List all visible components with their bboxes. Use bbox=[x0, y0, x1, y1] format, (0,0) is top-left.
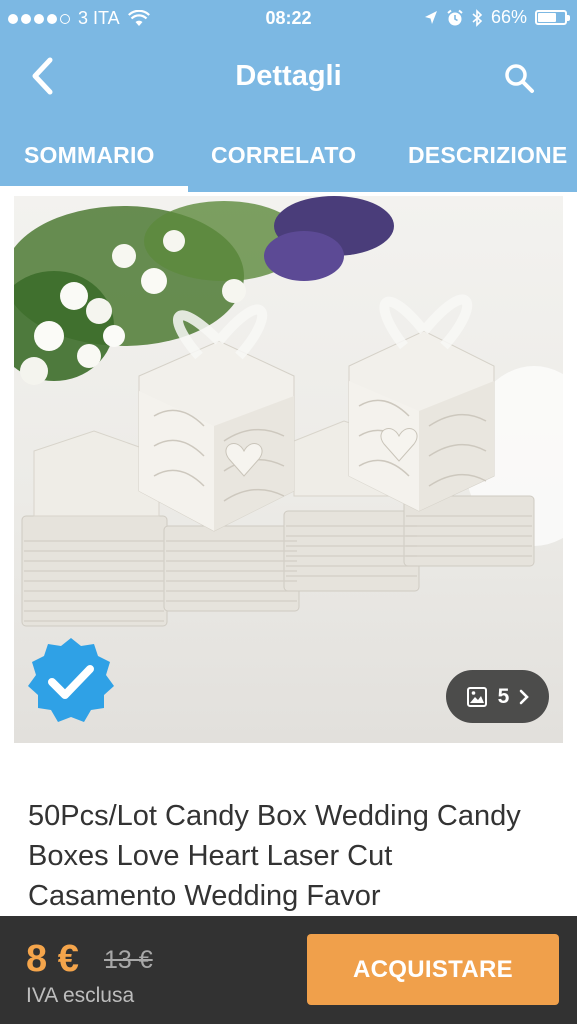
buy-button[interactable]: ACQUISTARE bbox=[307, 934, 559, 1005]
app-header: 3 ITA 08:22 66% Dettagli SOMMARIO CORREL… bbox=[0, 0, 577, 192]
status-right: 66% bbox=[424, 7, 570, 28]
gallery-count: 5 bbox=[497, 684, 510, 708]
tab-descrizione[interactable]: DESCRIZIONE bbox=[408, 142, 567, 169]
tab-correlato[interactable]: CORRELATO bbox=[211, 142, 356, 169]
battery-level bbox=[538, 13, 557, 22]
product-title: 50Pcs/Lot Candy Box Wedding Candy Boxes … bbox=[28, 800, 521, 912]
gallery-button[interactable]: 5 bbox=[446, 670, 549, 723]
chevron-right-icon bbox=[520, 689, 530, 704]
bluetooth-icon bbox=[472, 8, 483, 27]
location-arrow-icon bbox=[424, 10, 437, 24]
image-icon bbox=[466, 686, 487, 707]
nav-bar: Dettagli bbox=[0, 38, 577, 128]
alarm-icon bbox=[447, 9, 463, 25]
page-title: Dettagli bbox=[235, 60, 342, 92]
purchase-bar: 8 € 13 € IVA esclusa ACQUISTARE bbox=[0, 916, 577, 1024]
tab-bar: SOMMARIO CORRELATO DESCRIZIONE bbox=[0, 128, 577, 192]
active-tab-indicator bbox=[0, 186, 188, 192]
search-button[interactable] bbox=[499, 58, 539, 98]
status-bar: 3 ITA 08:22 66% bbox=[0, 0, 577, 38]
vat-note: IVA esclusa bbox=[26, 984, 135, 1007]
tab-sommario[interactable]: SOMMARIO bbox=[24, 142, 155, 169]
battery-percent: 66% bbox=[490, 7, 527, 27]
old-price: 13 € bbox=[104, 946, 153, 974]
search-icon bbox=[505, 64, 534, 93]
verified-badge-icon bbox=[28, 638, 114, 722]
price: 8 € bbox=[26, 938, 79, 980]
battery-icon bbox=[535, 10, 570, 25]
